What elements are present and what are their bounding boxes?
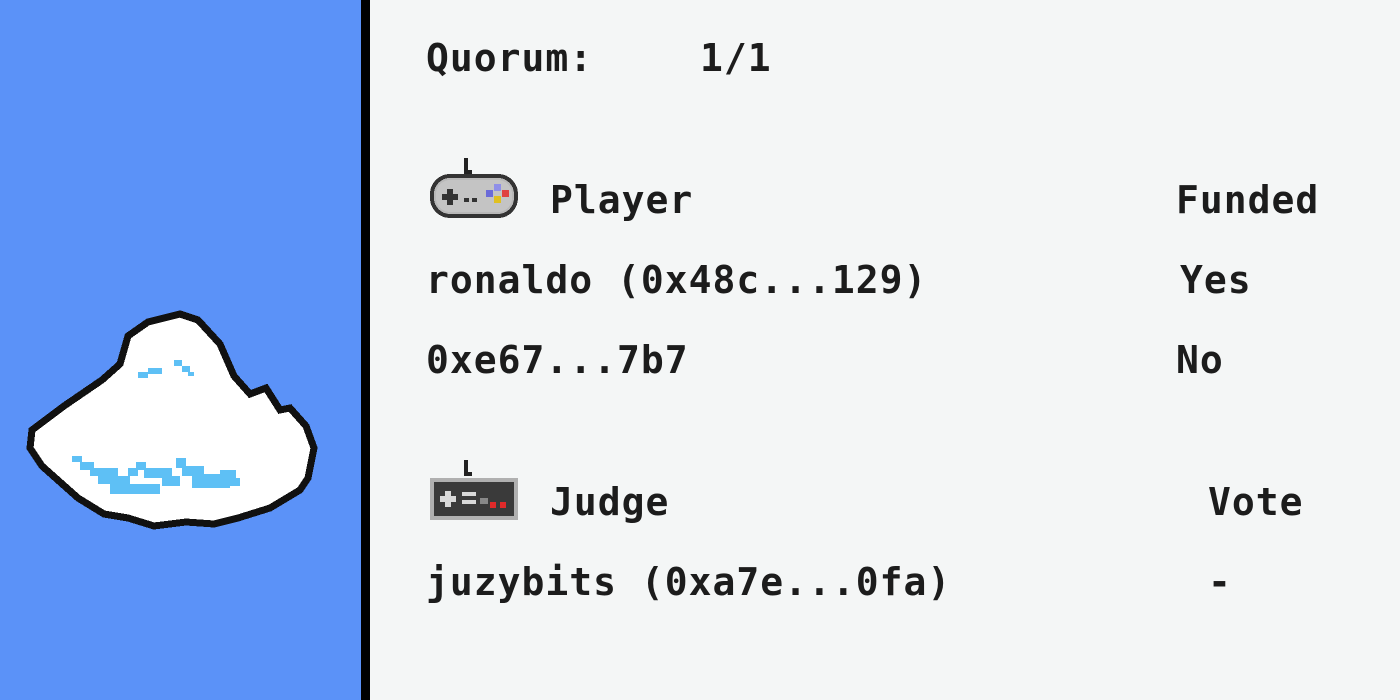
judge-row-name: juzybits (0xa7e...0fa) — [426, 560, 952, 604]
player-header: Player — [550, 178, 694, 222]
app-root: Quorum: 1/1 Player Funded ronaldo (0x48c… — [0, 0, 1400, 700]
judge-row-vote: - — [1208, 560, 1232, 604]
judge-header: Judge — [550, 480, 670, 524]
snes-controller-icon — [430, 158, 518, 218]
player-row-name: ronaldo (0x48c...129) — [426, 258, 928, 302]
nes-controller-icon — [430, 460, 518, 520]
quorum-value: 1/1 — [700, 36, 772, 80]
player-row-status: No — [1176, 338, 1224, 382]
player-row-name: 0xe67...7b7 — [426, 338, 689, 382]
player-row-status: Yes — [1180, 258, 1252, 302]
left-panel — [0, 0, 361, 700]
quorum-label: Quorum: — [426, 36, 594, 80]
funded-header: Funded — [1176, 178, 1320, 222]
cloud-icon — [26, 310, 318, 530]
roster-panel: Quorum: 1/1 Player Funded ronaldo (0x48c… — [370, 0, 1400, 700]
vote-header: Vote — [1208, 480, 1304, 524]
panel-divider — [361, 0, 370, 700]
